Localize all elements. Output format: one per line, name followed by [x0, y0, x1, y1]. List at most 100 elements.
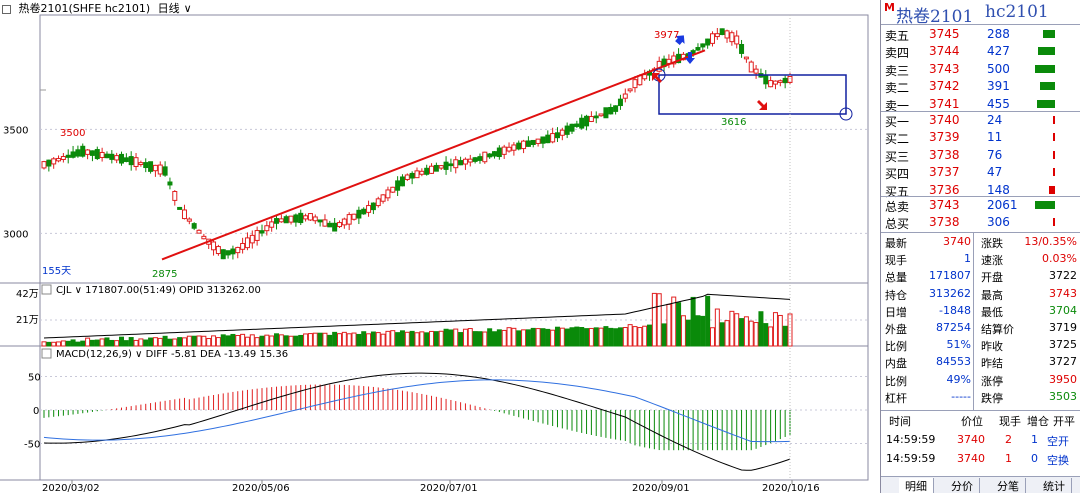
candle-body — [375, 198, 381, 207]
volume-bar — [622, 327, 628, 347]
candle-body — [588, 116, 594, 122]
volume-header: CJL ∨ 171807.00(51:49) OPID 313262.00 — [56, 285, 261, 296]
tab-3[interactable]: 统计 — [1037, 478, 1072, 493]
bid-price: 3738 — [929, 147, 960, 162]
volume-bar — [462, 328, 468, 347]
candle-body — [41, 161, 47, 169]
volume-bar — [235, 334, 241, 347]
candle-body — [177, 206, 183, 210]
volume-bar — [99, 338, 105, 347]
volume-bar — [177, 337, 183, 347]
volume-bar — [666, 303, 672, 347]
candle-body — [327, 222, 333, 228]
candle-body — [535, 138, 541, 144]
price-tick-label: 3500 — [3, 125, 28, 136]
volume-bar — [763, 323, 769, 347]
separator — [881, 24, 1080, 25]
candle-body — [346, 214, 352, 225]
candle-body — [613, 105, 619, 112]
bid-volume: 148 — [987, 182, 1010, 197]
volume-bar — [647, 324, 653, 347]
candle-body — [293, 214, 299, 223]
volume-bar — [477, 331, 483, 347]
macd-settings-icon — [41, 348, 52, 359]
tick-qty: 2 — [1005, 433, 1012, 446]
volume-bar — [181, 337, 187, 347]
stat-cell: 跌停 3503 — [981, 388, 1077, 405]
candle-body — [433, 164, 439, 172]
volume-bar — [656, 293, 662, 347]
candle-body — [85, 149, 91, 155]
candle-body — [603, 107, 609, 119]
volume-bar — [709, 327, 715, 347]
stat-label: 外盘 — [885, 323, 907, 336]
volume-bar — [409, 330, 415, 347]
stat-value: 49% — [946, 372, 971, 386]
candle-body — [240, 242, 246, 250]
candle-body — [288, 215, 294, 223]
volume-bar — [661, 323, 667, 347]
candle-body — [709, 33, 715, 44]
volume-bar — [366, 333, 372, 347]
volume-bar — [240, 333, 246, 347]
candle-body — [123, 157, 129, 162]
volume-bar — [419, 331, 425, 347]
bottom-tabs: 明细 分价 分笔 统计 — [881, 476, 1080, 493]
volume-bar — [288, 335, 294, 347]
ask-price: 3743 — [929, 198, 960, 212]
volume-bar — [327, 334, 333, 347]
volume-bar — [370, 331, 376, 347]
volume-bar — [75, 341, 81, 347]
volume-bar — [152, 337, 158, 347]
bid-row: 买四 3737 47 — [881, 164, 1080, 181]
volume-bar — [293, 335, 299, 347]
volume-bar — [758, 311, 764, 347]
candle-body — [211, 241, 217, 251]
tab-1[interactable]: 分价 — [945, 478, 980, 493]
volume-bar — [438, 330, 444, 347]
volume-bar — [65, 340, 71, 347]
candle-body — [254, 230, 260, 241]
ask-row: 卖三 3743 500 — [881, 61, 1080, 78]
tab-0[interactable]: 明细 — [899, 478, 934, 493]
stat-value: 313262 — [929, 286, 971, 300]
candle-body — [492, 151, 498, 157]
x-tick-label: 2020/07/01 — [420, 483, 478, 493]
x-tick-label: 2020/03/02 — [42, 483, 100, 493]
candle-body — [496, 147, 502, 158]
volume-bar — [123, 340, 129, 347]
candle-body — [414, 170, 420, 179]
quote-panel: M 热卷2101 hc2101 卖五 3745 288 卖四 3744 427 卖三 3743 500… — [880, 0, 1080, 493]
candle-body — [516, 142, 522, 150]
x-tick-label: 2020/05/06 — [232, 483, 290, 493]
x-tick-label: 2020/09/01 — [632, 483, 690, 493]
macd-tick-label: 0 — [33, 406, 39, 417]
tick-row[interactable]: 14:59:59 3740 2 1 空开 — [881, 432, 1080, 449]
candle-body — [768, 80, 774, 88]
tick-row[interactable]: 14:59:59 3740 1 0 空换 — [881, 451, 1080, 468]
stat-cell: 结算价 3719 — [981, 319, 1077, 336]
tick-header-qty: 现手 — [999, 415, 1021, 428]
ask-row: 总卖 3743 2061 — [881, 197, 1080, 214]
candle-body — [443, 161, 449, 170]
annotation-days: 155天 — [42, 266, 71, 277]
candle-body — [70, 151, 76, 158]
stat-cell: 昨结 3727 — [981, 353, 1077, 370]
candle-body — [143, 162, 149, 169]
candle-body — [46, 159, 52, 167]
stat-cell: 内盘 84553 — [885, 353, 971, 370]
tab-2[interactable]: 分笔 — [991, 478, 1026, 493]
stat-value: 3719 — [1049, 321, 1077, 334]
chart-area[interactable]: 热卷2101(SHFE hc2101) 日线 ∨ 3500 3000 3500 2875… — [0, 0, 880, 493]
candle-body — [739, 44, 745, 54]
volume-bar — [249, 334, 255, 347]
candle-body — [579, 117, 585, 129]
volume-bar — [739, 318, 745, 347]
stat-label: 结算价 — [981, 323, 1014, 336]
candle-body — [530, 139, 536, 145]
candle-body — [370, 202, 376, 211]
candle-body — [525, 140, 531, 147]
volume-bar — [119, 336, 125, 347]
separator — [881, 410, 1080, 411]
candle-body — [133, 157, 139, 167]
